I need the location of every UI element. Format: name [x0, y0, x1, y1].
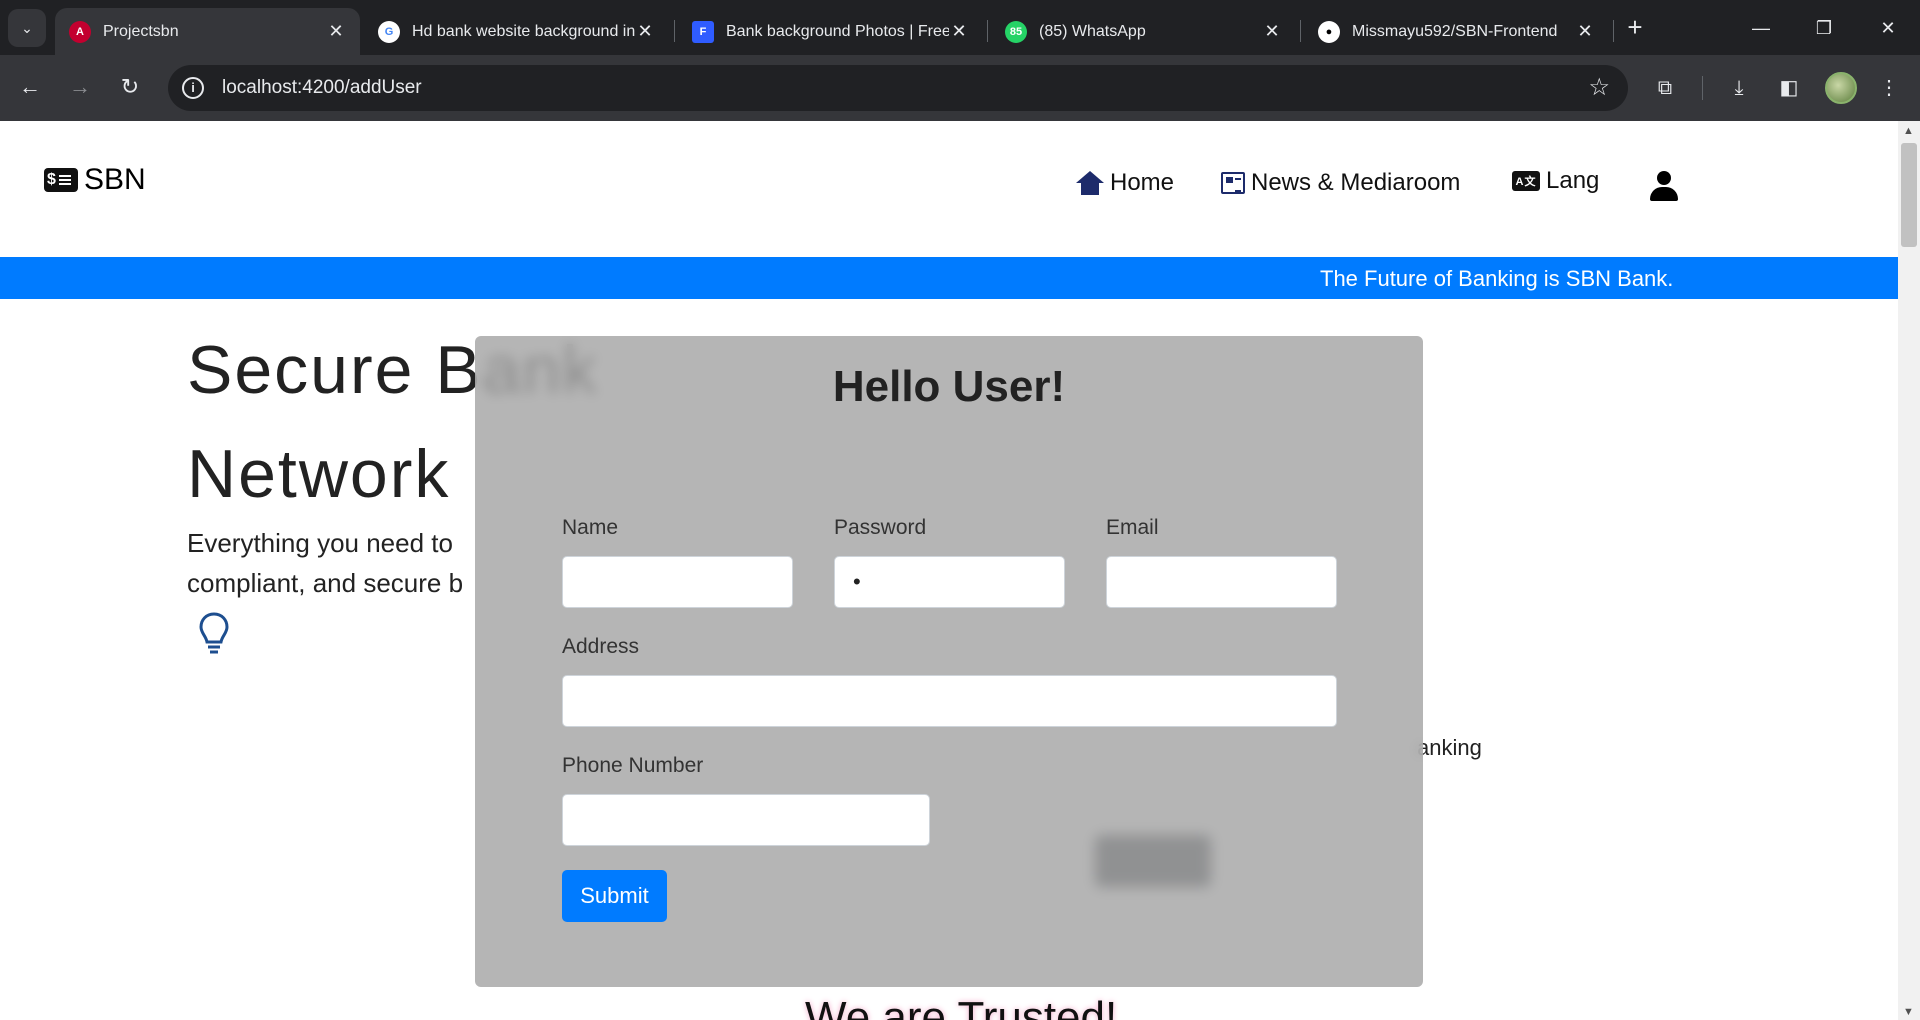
submit-button[interactable]: Submit: [562, 870, 667, 922]
tab-divider: [1300, 20, 1301, 42]
profile-avatar[interactable]: [1825, 72, 1857, 104]
password-label: Password: [834, 516, 927, 539]
browser-tab-strip: ⌄ A Projectsbn ✕ G Hd bank website backg…: [0, 0, 1920, 55]
address-bar[interactable]: i localhost:4200/addUser ☆: [168, 65, 1628, 111]
scroll-thumb[interactable]: [1901, 143, 1917, 247]
back-arrow-icon[interactable]: ←: [12, 69, 48, 105]
tab-divider: [987, 20, 988, 42]
tab-divider: [674, 20, 675, 42]
close-tab-icon[interactable]: ✕: [326, 21, 346, 42]
side-panel-icon[interactable]: ◧: [1772, 71, 1806, 105]
scroll-down-arrow-icon[interactable]: ▼: [1903, 1006, 1914, 1018]
trusted-heading: We are Trusted!: [805, 993, 1118, 1020]
tab-projectsbn[interactable]: A Projectsbn ✕: [55, 8, 360, 55]
close-tab-icon[interactable]: ✕: [1262, 21, 1282, 42]
add-user-modal: Hello User! Name Password • Email Addres…: [475, 336, 1423, 987]
google-icon: G: [378, 20, 400, 43]
new-tab-plus-icon[interactable]: +: [1620, 12, 1650, 42]
nav-home[interactable]: Home: [1076, 169, 1174, 197]
tab-freepik[interactable]: F Bank background Photos | Free ✕: [678, 8, 983, 55]
money-check-icon: $: [44, 168, 78, 192]
browser-toolbar: ← → ↻ i localhost:4200/addUser ☆ ⧉ ⤓ ◧ ⋮: [0, 55, 1920, 121]
scroll-up-arrow-icon[interactable]: ▲: [1903, 125, 1914, 137]
brand-name: SBN: [84, 163, 146, 196]
tab-search-chevron-icon[interactable]: ⌄: [8, 9, 46, 47]
download-icon[interactable]: ⤓: [1722, 71, 1756, 105]
forward-arrow-icon[interactable]: →: [62, 69, 98, 105]
address-input[interactable]: [562, 675, 1337, 727]
close-tab-icon[interactable]: ✕: [1575, 21, 1595, 42]
nav-lang-label: Lang: [1546, 167, 1600, 194]
close-tab-icon[interactable]: ✕: [635, 21, 655, 42]
newspaper-icon: [1221, 172, 1245, 194]
freepik-icon: F: [692, 20, 714, 43]
tab-title: (85) WhatsApp: [1039, 22, 1146, 40]
tab-title: Projectsbn: [103, 22, 179, 40]
github-icon: ●: [1318, 20, 1340, 43]
email-input[interactable]: [1106, 556, 1337, 608]
nav-news-label: News & Mediaroom: [1251, 169, 1461, 196]
language-icon: A文: [1512, 171, 1540, 191]
password-input[interactable]: •: [834, 556, 1065, 608]
home-icon: [1076, 171, 1104, 195]
extensions-puzzle-icon[interactable]: ⧉: [1648, 71, 1682, 105]
bookmark-star-icon[interactable]: ☆: [1588, 73, 1610, 102]
web-page: $ SBN Home News & Mediaroom A文 Lang The …: [0, 121, 1920, 1020]
tab-title: Hd bank website background in: [412, 22, 635, 40]
email-label: Email: [1106, 516, 1159, 539]
user-account-icon[interactable]: [1650, 171, 1678, 203]
name-input[interactable]: [562, 556, 793, 608]
banner-text: The Future of Banking is SBN Bank.: [1320, 266, 1674, 291]
minimize-window-icon[interactable]: —: [1741, 10, 1781, 46]
tab-google-search[interactable]: G Hd bank website background in ✕: [364, 8, 669, 55]
nav-home-label: Home: [1110, 169, 1175, 196]
close-tab-icon[interactable]: ✕: [949, 21, 969, 42]
nav-news[interactable]: News & Mediaroom: [1221, 169, 1460, 197]
close-window-icon[interactable]: ✕: [1868, 10, 1908, 46]
feature-text-visible: anking: [1417, 735, 1482, 760]
whatsapp-icon: 85: [1005, 20, 1027, 43]
angular-icon: A: [69, 20, 91, 43]
tab-github[interactable]: ● Missmayu592/SBN-Frontend ✕: [1304, 8, 1609, 55]
name-label: Name: [562, 516, 619, 539]
toolbar-divider: [1702, 76, 1703, 100]
page-scrollbar[interactable]: ▲ ▼: [1898, 121, 1920, 1020]
address-label: Address: [562, 635, 640, 658]
restore-window-icon[interactable]: ❐: [1804, 10, 1844, 46]
tab-divider: [1613, 20, 1614, 42]
phone-input[interactable]: [562, 794, 930, 846]
brand-logo[interactable]: $ SBN: [44, 163, 146, 197]
lightbulb-icon: [199, 612, 229, 654]
tab-title: Bank background Photos | Free: [726, 22, 949, 40]
site-info-icon[interactable]: i: [182, 77, 204, 99]
phone-label: Phone Number: [562, 754, 704, 777]
tab-title: Missmayu592/SBN-Frontend: [1352, 22, 1558, 40]
reload-icon[interactable]: ↻: [112, 69, 148, 105]
url-text[interactable]: localhost:4200/addUser: [222, 77, 422, 99]
marquee-banner: The Future of Banking is SBN Bank.: [0, 257, 1898, 299]
browser-menu-kebab-icon[interactable]: ⋮: [1872, 71, 1906, 105]
modal-title: Hello User!: [832, 362, 1066, 411]
tab-whatsapp[interactable]: 85 (85) WhatsApp ✕: [991, 8, 1296, 55]
nav-lang[interactable]: A文 Lang: [1512, 167, 1599, 195]
